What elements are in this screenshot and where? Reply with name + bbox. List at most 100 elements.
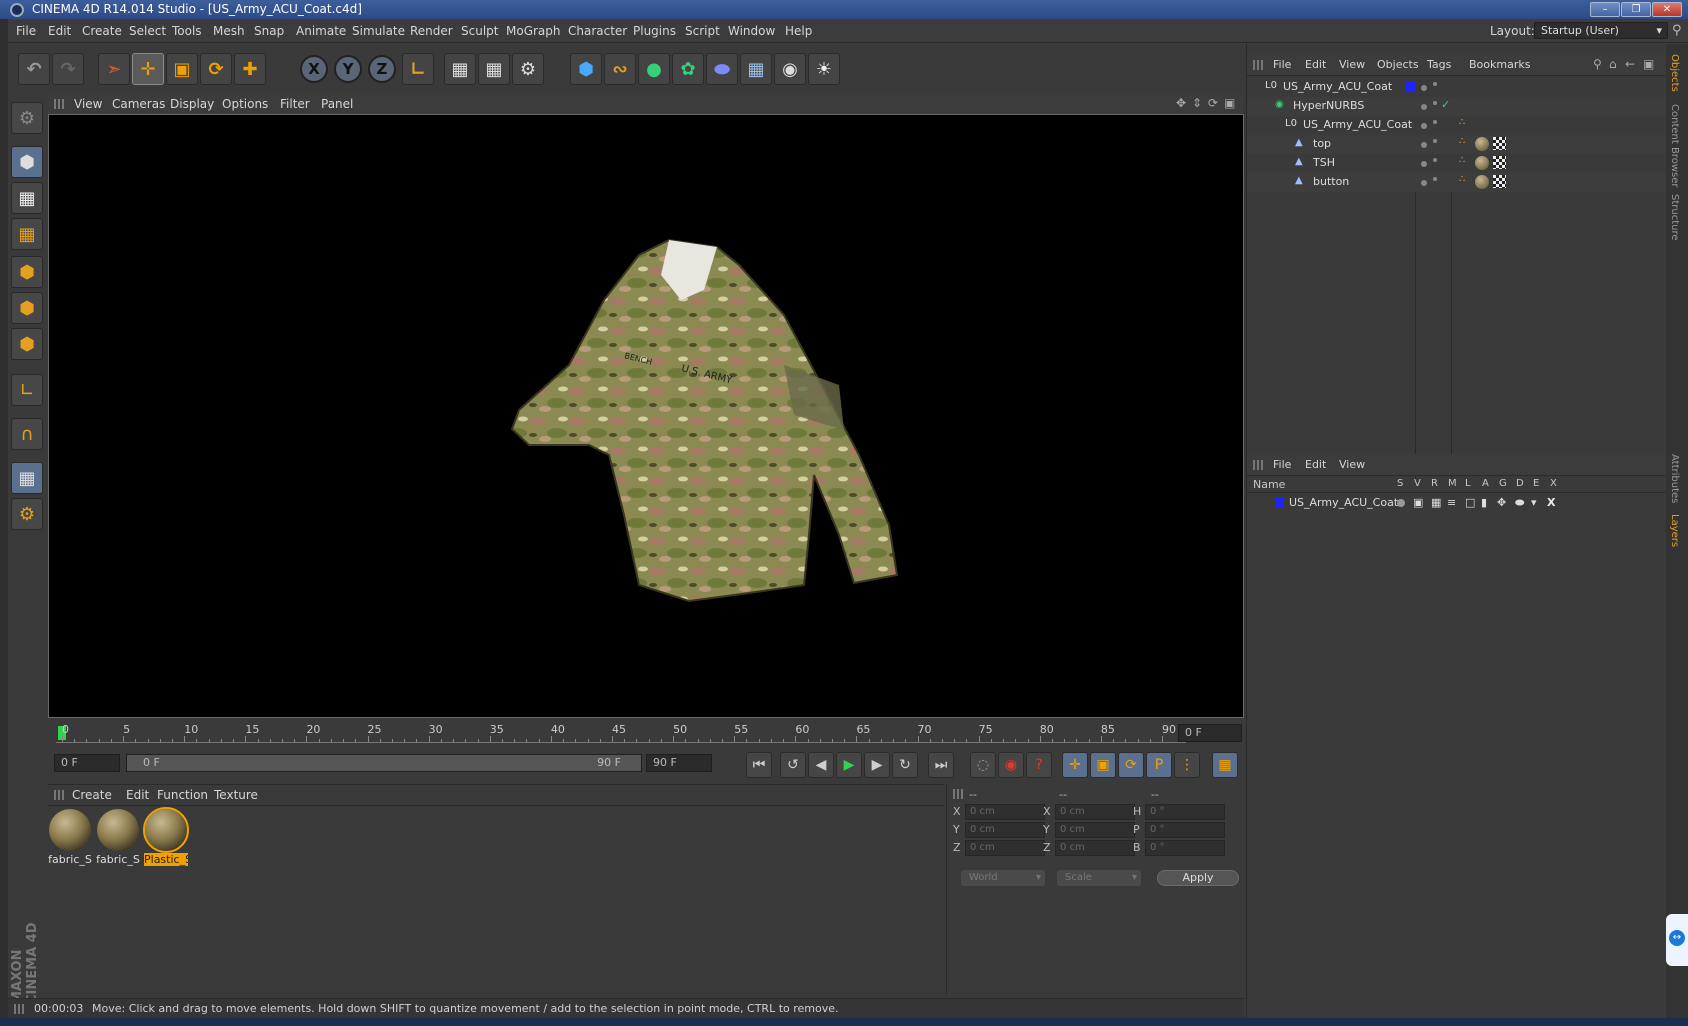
- render-visibility-dot-icon[interactable]: [1433, 158, 1437, 162]
- live-selection-button[interactable]: ➣: [98, 53, 130, 85]
- coordinate-mode-select[interactable]: World ▾: [961, 870, 1045, 886]
- object-tree-row[interactable]: L0 US_Army_ACU_Coat: [1247, 78, 1667, 97]
- vp-menu-filter[interactable]: Filter: [280, 97, 310, 111]
- previous-frame-button[interactable]: ◀: [808, 752, 834, 778]
- visible-editor-icon[interactable]: ▣: [1413, 496, 1423, 509]
- pan-icon[interactable]: ✥: [1176, 96, 1186, 110]
- points-mode-button[interactable]: ⬢: [11, 256, 43, 288]
- layer-column-header[interactable]: M: [1448, 478, 1457, 489]
- enabled-check-icon[interactable]: ✓: [1441, 98, 1450, 111]
- uvw-tag-icon[interactable]: [1493, 175, 1506, 188]
- current-frame-field[interactable]: 0 F: [1178, 724, 1242, 742]
- mat-menu-edit[interactable]: Edit: [126, 788, 149, 802]
- floor-button[interactable]: ▦: [740, 53, 772, 85]
- zoom-icon[interactable]: ⇕: [1192, 96, 1202, 110]
- om-menu-tags[interactable]: Tags: [1427, 58, 1451, 71]
- lm-menu-edit[interactable]: Edit: [1305, 458, 1326, 471]
- end-frame-field[interactable]: 90 F: [646, 754, 712, 772]
- vp-menu-options[interactable]: Options: [222, 97, 268, 111]
- key-position-button[interactable]: ✛: [1062, 752, 1088, 778]
- render-view-button[interactable]: ▦: [444, 53, 476, 85]
- visibility-dot-icon[interactable]: [1421, 123, 1427, 129]
- menu-character[interactable]: Character: [568, 24, 627, 38]
- search-icon[interactable]: ⚲: [1672, 23, 1682, 38]
- visibility-dot-icon[interactable]: [1421, 85, 1427, 91]
- model-mode-button[interactable]: ⬢: [11, 146, 43, 178]
- render-visibility-dot-icon[interactable]: [1433, 177, 1437, 181]
- recent-tool-button[interactable]: ✚: [234, 53, 266, 85]
- layer-column-header[interactable]: X: [1550, 478, 1557, 489]
- orbit-icon[interactable]: ⟳: [1208, 96, 1218, 110]
- object-tree-row[interactable]: ▲ TSH ∴: [1247, 154, 1667, 173]
- light-button[interactable]: ☀: [808, 53, 840, 85]
- layer-column-header[interactable]: S: [1397, 478, 1403, 489]
- lock-icon[interactable]: □: [1465, 496, 1475, 509]
- phong-tag-icon[interactable]: ∴: [1459, 155, 1465, 166]
- menu-sculpt[interactable]: Sculpt: [461, 24, 498, 38]
- go-to-end-button[interactable]: ⏭: [928, 752, 954, 778]
- scale-mode-select[interactable]: Scale ▾: [1057, 870, 1141, 886]
- layer-column-header[interactable]: D: [1516, 478, 1524, 489]
- generator-icon[interactable]: ✥: [1497, 496, 1506, 509]
- tab-layers[interactable]: Layers: [1669, 514, 1680, 547]
- om-menu-edit[interactable]: Edit: [1305, 58, 1326, 71]
- layer-column-header[interactable]: R: [1431, 478, 1438, 489]
- key-scale-button[interactable]: ▣: [1090, 752, 1116, 778]
- record-keys-button[interactable]: ◌: [970, 752, 996, 778]
- coord-value-field[interactable]: 0 °: [1145, 822, 1225, 838]
- timeline-ruler[interactable]: 0 5 10 15 20 25 30 35 40 45 50 55 60 65 70 75 80 85 90 0 F: [48, 718, 1244, 748]
- preview-range-slider[interactable]: 0 F 90 F: [126, 754, 642, 772]
- menu-select[interactable]: Select: [129, 24, 166, 38]
- move-tool-button[interactable]: ✛: [132, 53, 164, 85]
- material-tag-icon[interactable]: [1475, 137, 1489, 151]
- visibility-dot-icon[interactable]: [1421, 161, 1427, 167]
- home-icon[interactable]: ⌂: [1609, 57, 1617, 71]
- phong-tag-icon[interactable]: ∴: [1459, 174, 1465, 185]
- layer-color-swatch[interactable]: [1405, 82, 1415, 92]
- remote-support-widget[interactable]: ↔: [1666, 914, 1688, 966]
- key-parameter-button[interactable]: P: [1146, 752, 1172, 778]
- uvw-tag-icon[interactable]: [1493, 156, 1506, 169]
- menu-animate[interactable]: Animate: [296, 24, 346, 38]
- menu-help[interactable]: Help: [785, 24, 812, 38]
- layer-column-header[interactable]: V: [1414, 478, 1421, 489]
- make-editable-button[interactable]: ⚙: [11, 102, 43, 134]
- texture-mode-button[interactable]: ▦: [11, 182, 43, 214]
- snap-button[interactable]: ∩: [11, 418, 43, 450]
- material-tag-icon[interactable]: [1475, 156, 1489, 170]
- expression-icon[interactable]: ▾: [1531, 496, 1537, 509]
- render-visibility-dot-icon[interactable]: [1433, 82, 1437, 86]
- key-rotation-button[interactable]: ⟳: [1118, 752, 1144, 778]
- render-icon[interactable]: ▦: [1431, 496, 1441, 509]
- menu-simulate[interactable]: Simulate: [352, 24, 405, 38]
- minimize-button[interactable]: –: [1590, 2, 1620, 17]
- menu-window[interactable]: Window: [728, 24, 775, 38]
- key-pla-button[interactable]: ⋮: [1174, 752, 1200, 778]
- menu-mesh[interactable]: Mesh: [213, 24, 245, 38]
- new-panel-icon[interactable]: ▣: [1643, 57, 1654, 71]
- nurbs-button[interactable]: ●: [638, 53, 670, 85]
- apply-button[interactable]: Apply: [1157, 870, 1239, 886]
- rotate-tool-button[interactable]: ⟳: [200, 53, 232, 85]
- mat-menu-function[interactable]: Function: [157, 788, 208, 802]
- phong-tag-icon[interactable]: ∴: [1459, 136, 1465, 147]
- layer-column-header[interactable]: L: [1465, 478, 1471, 489]
- play-button[interactable]: ▶: [836, 752, 862, 778]
- deformer-icon[interactable]: ⬬: [1515, 496, 1524, 510]
- coord-value-field[interactable]: 0 °: [1145, 804, 1225, 820]
- manager-icon[interactable]: ≡: [1447, 496, 1456, 509]
- material-tag-icon[interactable]: [1475, 175, 1489, 189]
- maximize-view-icon[interactable]: ▣: [1224, 96, 1235, 110]
- start-frame-field[interactable]: 0 F: [54, 754, 120, 772]
- menu-plugins[interactable]: Plugins: [633, 24, 676, 38]
- x-axis-button[interactable]: X: [300, 55, 328, 83]
- menu-render[interactable]: Render: [410, 24, 453, 38]
- om-menu-bookmarks[interactable]: Bookmarks: [1469, 58, 1530, 71]
- edges-mode-button[interactable]: ⬢: [11, 292, 43, 324]
- render-visibility-dot-icon[interactable]: [1433, 101, 1437, 105]
- om-menu-view[interactable]: View: [1339, 58, 1365, 71]
- tab-structure[interactable]: Structure: [1669, 194, 1680, 241]
- z-axis-button[interactable]: Z: [368, 55, 396, 83]
- coord-value-field[interactable]: 0 cm: [965, 840, 1045, 856]
- previous-key-button[interactable]: ↺: [780, 752, 806, 778]
